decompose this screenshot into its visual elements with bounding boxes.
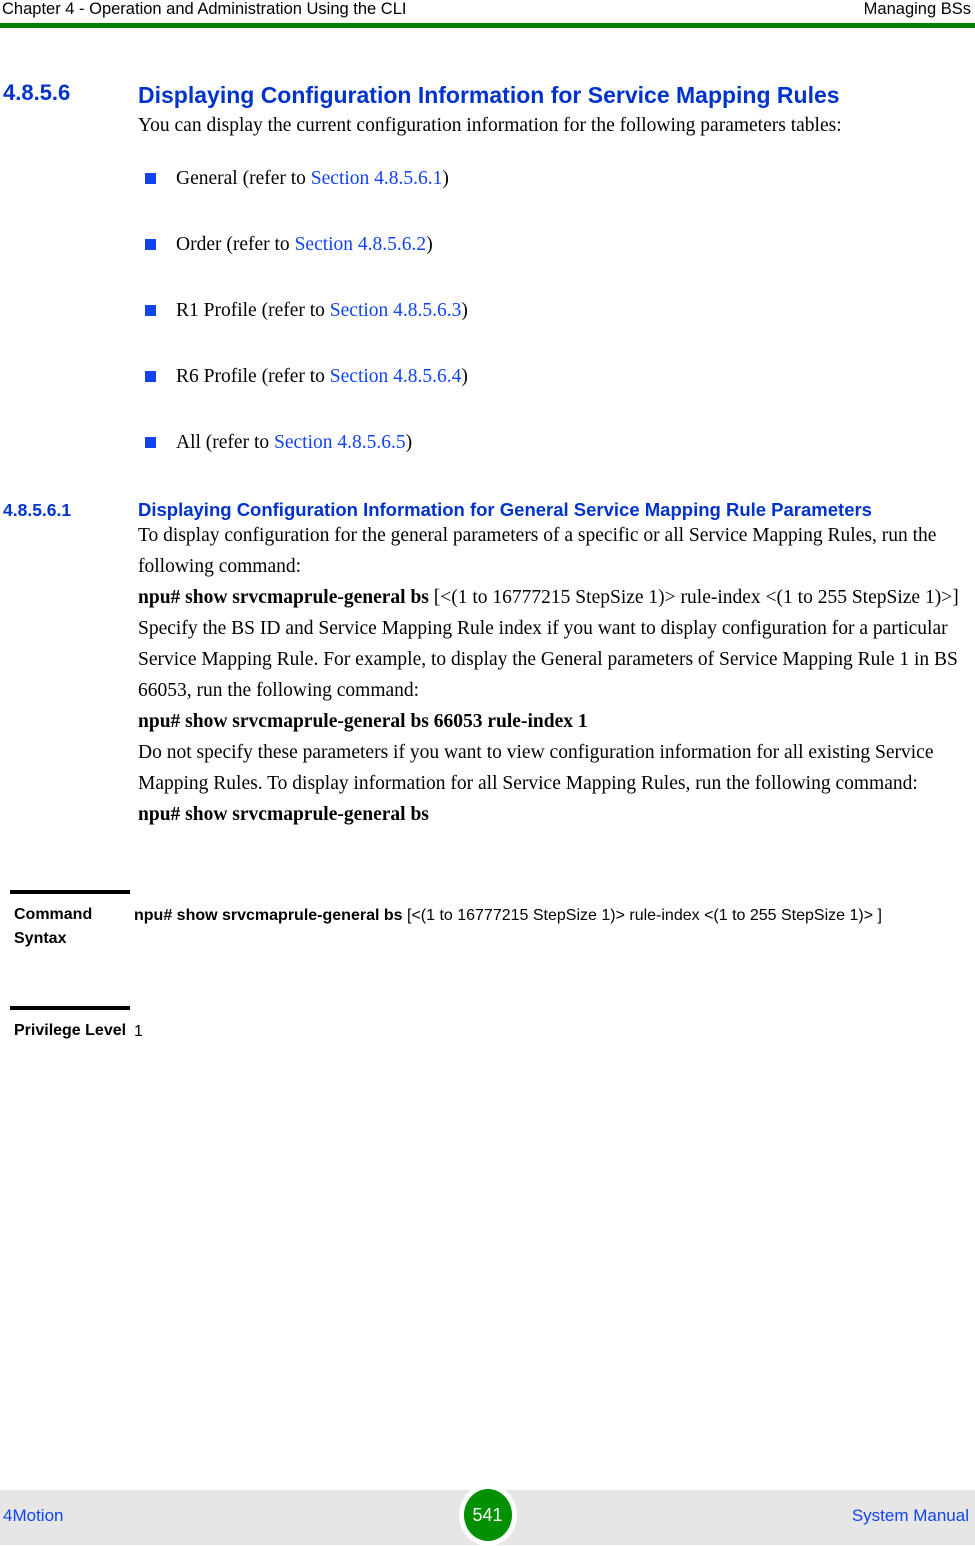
subsection-title: Displaying Configuration Information for…: [138, 499, 872, 520]
list-item-tail: ): [461, 366, 468, 387]
list-item-text: General (refer to: [176, 168, 311, 189]
table-value-rest: 1: [134, 1023, 143, 1040]
table-row-label: Command Syntax: [14, 906, 93, 947]
list-item-text: R6 Profile (refer to: [176, 366, 330, 387]
table-row: Privilege Level 1: [0, 1006, 975, 1115]
square-bullet-icon: [145, 239, 156, 250]
footer-document-name: System Manual: [851, 1506, 969, 1525]
page-number-badge: 541: [458, 1484, 517, 1546]
list-item: All (refer to Section 4.8.5.6.5): [0, 431, 975, 455]
list-item-tail: ): [461, 300, 468, 321]
footer-product-name: 4Motion: [3, 1506, 64, 1525]
command-line-3: npu# show srvcmaprule-general bs: [0, 799, 975, 830]
table-row-value: npu# show srvcmaprule-general bs [<(1 to…: [134, 903, 975, 928]
command-args-1: [<(1 to 16777215 StepSize 1)> rule-index…: [428, 587, 959, 608]
row-separator-bar: [10, 890, 130, 894]
cross-reference-link[interactable]: Section 4.8.5.6.5: [274, 432, 406, 453]
square-bullet-icon: [145, 437, 156, 448]
list-item: General (refer to Section 4.8.5.6.1): [0, 167, 975, 191]
cross-reference-link[interactable]: Section 4.8.5.6.3: [330, 300, 462, 321]
subsection-paragraph-3: Do not specify these parameters if you w…: [138, 742, 934, 794]
list-item: R1 Profile (refer to Section 4.8.5.6.3): [0, 299, 975, 323]
subsection-number: 4.8.5.6.1: [3, 500, 72, 520]
row-separator-bar: [10, 1006, 130, 1010]
square-bullet-icon: [145, 371, 156, 382]
cross-reference-link[interactable]: Section 4.8.5.6.4: [330, 366, 462, 387]
subsection-heading: 4.8.5.6.1 Displaying Configuration Infor…: [0, 499, 975, 520]
page-number: 541: [463, 1489, 512, 1541]
list-item-text: R1 Profile (refer to: [176, 300, 330, 321]
table-row: Command Syntax npu# show srvcmaprule-gen…: [0, 890, 975, 1006]
page-header: Chapter 4 - Operation and Administration…: [0, 0, 975, 28]
table-value-rest: [<(1 to 16777215 StepSize 1)> rule-index…: [402, 907, 882, 924]
list-item-tail: ): [405, 432, 413, 453]
section-number: 4.8.5.6: [3, 80, 71, 105]
command-parameter-table: Command Syntax npu# show srvcmaprule-gen…: [0, 890, 975, 1115]
subsection-paragraph-1: To display configuration for the general…: [138, 525, 937, 577]
header-chapter-title: Chapter 4 - Operation and Administration…: [2, 0, 407, 18]
square-bullet-icon: [145, 173, 156, 184]
command-line-1: npu# show srvcmaprule-general bs [<(1 to…: [0, 582, 975, 613]
subsection-paragraph-2: Specify the BS ID and Service Mapping Ru…: [138, 618, 958, 701]
parameter-tables-list: General (refer to Section 4.8.5.6.1) Ord…: [0, 167, 975, 455]
command-bold-1: npu# show srvcmaprule-general bs: [138, 587, 429, 608]
list-item-text: All (refer to: [176, 432, 274, 453]
section-title: Displaying Configuration Information for…: [138, 82, 840, 108]
list-item: Order (refer to Section 4.8.5.6.2): [0, 233, 975, 257]
list-item-tail: ): [442, 168, 449, 189]
list-item-text: Order (refer to: [176, 234, 295, 255]
list-item-tail: ): [426, 234, 433, 255]
header-section-title: Managing BSs: [863, 0, 971, 18]
section-heading: 4.8.5.6 Displaying Configuration Informa…: [0, 80, 975, 110]
page-footer: 4Motion 541 System Manual: [0, 1484, 975, 1546]
cross-reference-link[interactable]: Section 4.8.5.6.1: [311, 168, 443, 189]
command-bold-3: npu# show srvcmaprule-general bs: [138, 804, 429, 825]
cross-reference-link[interactable]: Section 4.8.5.6.2: [295, 234, 427, 255]
list-item: R6 Profile (refer to Section 4.8.5.6.4): [0, 365, 975, 389]
table-row-label: Privilege Level: [14, 1022, 127, 1039]
document-body: 4.8.5.6 Displaying Configuration Informa…: [0, 28, 975, 1115]
command-line-2: npu# show srvcmaprule-general bs 66053 r…: [0, 706, 975, 737]
command-bold-2: npu# show srvcmaprule-general bs 66053 r…: [138, 711, 588, 732]
section-intro-paragraph: You can display the current configuratio…: [138, 115, 842, 136]
table-value-bold: npu# show srvcmaprule-general bs: [134, 907, 403, 924]
square-bullet-icon: [145, 305, 156, 316]
table-row-value: 1: [134, 1019, 975, 1044]
